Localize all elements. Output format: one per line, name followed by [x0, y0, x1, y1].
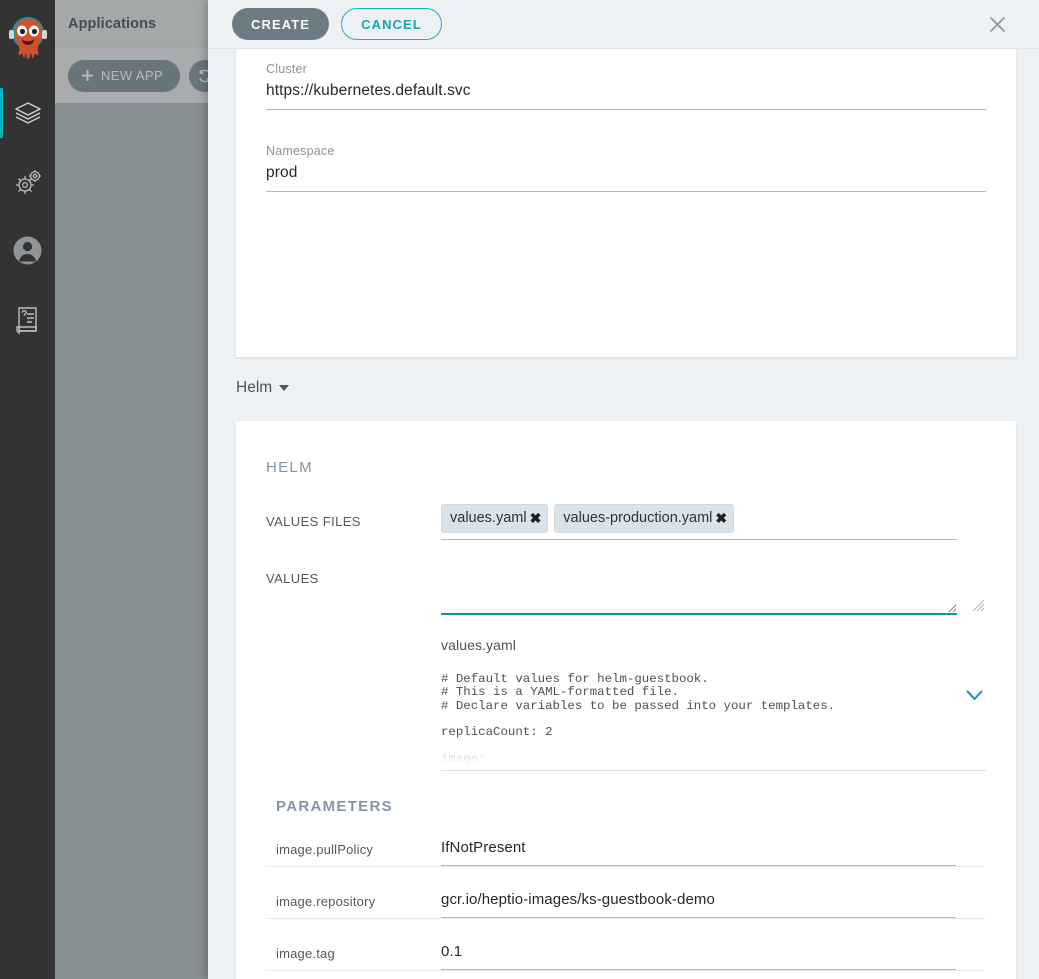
preview-code: # Default values for helm-guestbook. # T…: [441, 673, 836, 770]
destination-card: DESTINATION Cluster https://kubernetes.d…: [236, 49, 1016, 357]
values-label: VALUES: [266, 571, 319, 586]
namespace-label: Namespace: [266, 144, 335, 158]
namespace-field: Namespace prod: [266, 144, 986, 192]
chip-values-yaml[interactable]: values.yaml ✖: [441, 504, 549, 533]
values-control[interactable]: [441, 561, 986, 615]
close-icon: [989, 16, 1005, 32]
parameter-row: image.pullPolicy IfNotPresent: [266, 815, 986, 867]
sidebar-item-docs[interactable]: [0, 285, 55, 354]
sidebar-item-applications[interactable]: [0, 78, 55, 147]
layers-icon: [13, 101, 42, 124]
cluster-label: Cluster: [266, 62, 307, 76]
cluster-field: Cluster https://kubernetes.default.svc: [266, 62, 986, 110]
chip-remove-icon[interactable]: ✖: [715, 511, 727, 525]
cancel-button[interactable]: CANCEL: [341, 8, 442, 40]
parameter-row: ingress.enabled false: [266, 971, 986, 979]
parameter-row: image.repository gcr.io/heptio-images/ks…: [266, 867, 986, 919]
chip-label: values.yaml: [450, 510, 527, 526]
values-row: VALUES: [266, 561, 986, 615]
create-button[interactable]: CREATE: [232, 8, 330, 40]
parameter-value[interactable]: 0.1: [441, 943, 956, 970]
preview-filename: values.yaml: [441, 637, 517, 653]
values-textarea[interactable]: [441, 561, 957, 615]
panel-scroll-area[interactable]: DESTINATION Cluster https://kubernetes.d…: [208, 49, 1039, 979]
parameter-label: image.repository: [276, 894, 376, 909]
gears-icon: [15, 169, 41, 194]
user-avatar-icon: [13, 236, 42, 265]
nav-rail: [0, 0, 55, 979]
panel-header: CREATE CANCEL: [208, 0, 1039, 49]
parameter-value[interactable]: IfNotPresent: [441, 839, 956, 866]
helm-section-title: HELM: [266, 459, 313, 476]
docs-book-icon: [15, 306, 37, 335]
parameters-section-title: PARAMETERS: [276, 798, 393, 815]
namespace-value[interactable]: prod: [266, 158, 986, 192]
chip-label: values-production.yaml: [563, 510, 713, 526]
cluster-value[interactable]: https://kubernetes.default.svc: [266, 76, 986, 110]
sidebar-item-settings[interactable]: [0, 147, 55, 216]
parameter-label: image.pullPolicy: [276, 842, 374, 857]
close-panel-button[interactable]: [984, 11, 1010, 37]
parameter-label: image.tag: [276, 946, 335, 961]
parameter-value-wrap: 0.1: [441, 943, 986, 970]
values-files-chips[interactable]: values.yaml ✖ values-production.yaml ✖: [441, 504, 957, 540]
preview-divider: [441, 770, 986, 771]
helm-card: HELM VALUES FILES values.yaml ✖ values-p…: [236, 421, 1016, 979]
argo-octopus-logo[interactable]: [0, 0, 55, 78]
preview-code-box: # Default values for helm-guestbook. # T…: [441, 673, 986, 770]
values-files-control[interactable]: values.yaml ✖ values-production.yaml ✖: [441, 504, 986, 540]
source-type-select[interactable]: Helm: [236, 379, 290, 397]
parameters-section: PARAMETERS image.pullPolicy IfNotPresent…: [266, 771, 986, 979]
parameter-value-wrap: gcr.io/heptio-images/ks-guestbook-demo: [441, 891, 986, 918]
preview-expand-toggle[interactable]: [962, 690, 986, 701]
chip-remove-icon[interactable]: ✖: [530, 511, 542, 525]
values-files-row: VALUES FILES values.yaml ✖ values-produc…: [266, 504, 986, 540]
parameter-value[interactable]: gcr.io/heptio-images/ks-guestbook-demo: [441, 891, 956, 918]
parameter-value-wrap: IfNotPresent: [441, 839, 986, 866]
source-type-value: Helm: [236, 379, 273, 396]
values-preview: values.yaml # Default values for helm-gu…: [441, 637, 986, 771]
new-application-panel: CREATE CANCEL DESTINATION Cluster https:…: [208, 0, 1039, 979]
parameter-row: image.tag 0.1: [266, 919, 986, 971]
values-preview-spacer: [266, 615, 441, 625]
chevron-down-icon: [965, 690, 983, 701]
values-preview-row: values.yaml # Default values for helm-gu…: [266, 615, 986, 771]
chevron-down-icon: [279, 385, 290, 391]
sidebar-item-user[interactable]: [0, 216, 55, 285]
chip-values-production-yaml[interactable]: values-production.yaml ✖: [554, 504, 735, 533]
values-files-label: VALUES FILES: [266, 514, 361, 529]
resize-handle-icon: [973, 600, 984, 611]
